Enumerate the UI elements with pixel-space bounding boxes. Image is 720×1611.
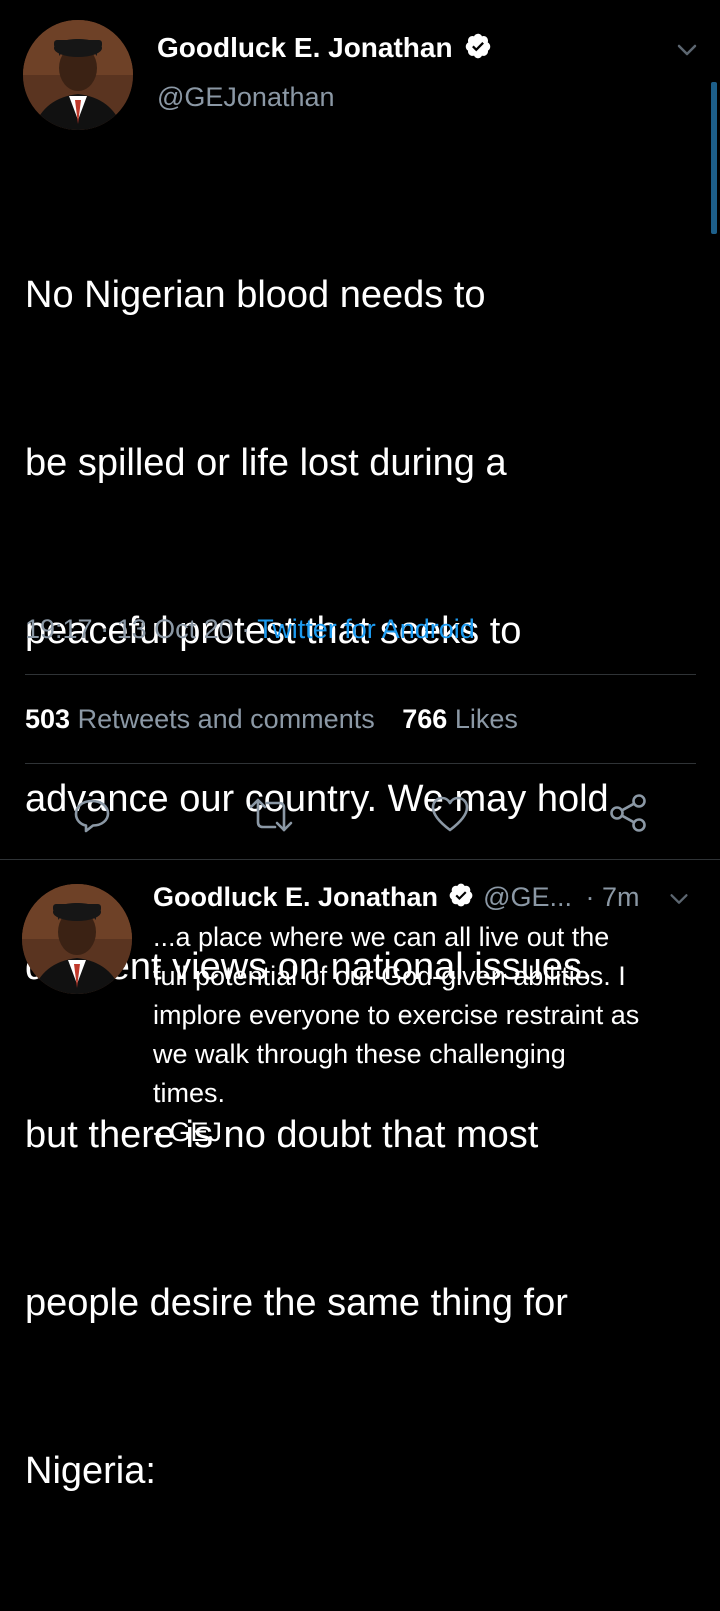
share-icon [610, 794, 646, 832]
tweet-time: 19:17 [25, 614, 93, 644]
chevron-down-icon[interactable] [673, 36, 701, 64]
tweet-time: 7m [602, 882, 640, 912]
scrollbar[interactable] [711, 82, 717, 234]
tweet-line: people desire the same thing for [25, 1282, 568, 1324]
likes-count: 766 [402, 704, 448, 734]
retweet-icon [249, 798, 293, 832]
tweet-line: Nigeria: [25, 1450, 156, 1492]
share-button[interactable] [608, 792, 650, 834]
divider [0, 859, 720, 860]
verified-badge-icon [464, 32, 492, 67]
tweet-line: No Nigerian blood needs to [25, 274, 486, 316]
author-name[interactable]: Goodluck E. Jonathan [157, 32, 492, 67]
reply-button[interactable] [72, 794, 112, 834]
reply-line: - GEJ [153, 1117, 223, 1147]
tweet-stats: 503 Retweets and comments 766 Likes [25, 704, 518, 735]
author-name[interactable]: Goodluck E. Jonathan [153, 882, 438, 912]
reply-header: Goodluck E. Jonathan @GE... · 7m [153, 882, 640, 915]
reply-icon [74, 799, 110, 833]
chevron-down-icon[interactable] [666, 886, 692, 912]
retweets-count: 503 [25, 704, 71, 734]
reply-line: we walk through these challenging [153, 1039, 566, 1069]
like-button[interactable] [430, 795, 470, 833]
likes-label: Likes [454, 704, 518, 734]
tweet-line: advance our country. We may hold [25, 778, 609, 820]
author-handle[interactable]: @GEJonathan [157, 82, 335, 113]
avatar[interactable] [23, 20, 133, 130]
tweet-line: be spilled or life lost during a [25, 442, 507, 484]
retweet-button[interactable] [248, 796, 294, 834]
tweet-meta: 19:17 · 13 Oct 20 · Twitter for Android [25, 614, 475, 645]
tweet-date: 13 Oct 20 [116, 614, 234, 644]
meta-separator: · [100, 614, 117, 644]
avatar-image [22, 884, 132, 994]
like-icon [431, 796, 469, 832]
likes-stat[interactable]: 766 Likes [402, 704, 518, 734]
retweets-stat[interactable]: 503 Retweets and comments [25, 704, 382, 734]
reply-text: ...a place where we can all live out the… [153, 918, 713, 1152]
avatar-image [23, 20, 133, 130]
divider [25, 674, 696, 675]
meta-separator: · [585, 882, 595, 912]
reply-line: times. [153, 1078, 226, 1108]
tweet-source-link[interactable]: Twitter for Android [257, 614, 475, 644]
author-name-text: Goodluck E. Jonathan [157, 32, 453, 63]
retweets-label: Retweets and comments [77, 704, 375, 734]
author-handle[interactable]: @GE... [483, 882, 572, 912]
reply-line: implore everyone to exercise restraint a… [153, 1000, 640, 1030]
meta-separator: · [241, 614, 258, 644]
divider [25, 763, 696, 764]
avatar[interactable] [22, 884, 132, 994]
reply-line: full potential of our God-given abilitie… [153, 961, 626, 991]
verified-badge-icon [448, 882, 474, 915]
reply-line: ...a place where we can all live out the [153, 922, 610, 952]
